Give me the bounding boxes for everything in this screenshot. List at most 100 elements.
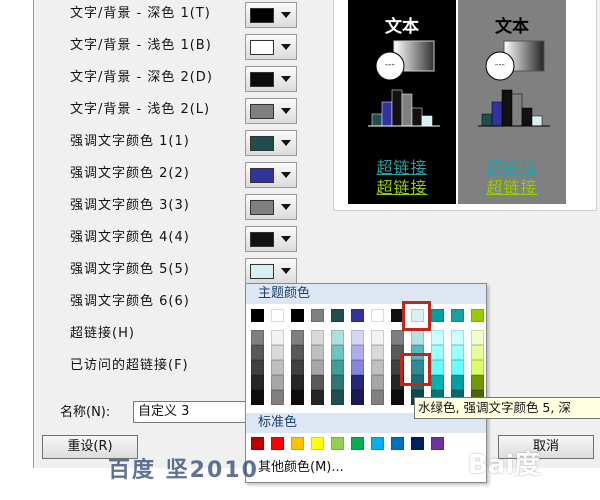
theme-color-swatch[interactable] bbox=[471, 309, 484, 322]
theme-shade-swatch[interactable] bbox=[451, 345, 464, 360]
preview-panel: 文本 ᵔᵔᵔ 超链接 超链接 文本 ᵔᵔᵔ 超链接 超链接 bbox=[333, 0, 597, 211]
theme-color-button[interactable] bbox=[245, 130, 297, 156]
theme-shade-swatch[interactable] bbox=[411, 330, 424, 345]
theme-shade-swatch[interactable] bbox=[371, 375, 384, 390]
theme-color-swatch[interactable] bbox=[351, 309, 364, 322]
theme-shade-swatch[interactable] bbox=[311, 390, 324, 405]
theme-shade-swatch[interactable] bbox=[351, 390, 364, 405]
highlight-selected-swatch bbox=[400, 353, 431, 386]
theme-color-button[interactable] bbox=[245, 226, 297, 252]
dropdown-arrow-icon bbox=[281, 140, 291, 146]
theme-shade-swatch[interactable] bbox=[371, 330, 384, 345]
theme-color-button[interactable] bbox=[245, 258, 297, 284]
theme-row-label: 强调文字颜色 6(6) bbox=[70, 294, 190, 309]
theme-shade-swatch[interactable] bbox=[391, 390, 404, 405]
theme-shade-swatch[interactable] bbox=[291, 330, 304, 345]
theme-shade-swatch[interactable] bbox=[351, 330, 364, 345]
standard-color-swatch[interactable] bbox=[391, 437, 404, 450]
theme-shade-swatch[interactable] bbox=[331, 360, 344, 375]
dropdown-arrow-icon bbox=[281, 108, 291, 114]
theme-color-button[interactable] bbox=[245, 194, 297, 220]
dropdown-arrow-icon bbox=[281, 236, 291, 242]
theme-shade-swatch[interactable] bbox=[311, 375, 324, 390]
dropdown-arrow-icon bbox=[281, 172, 291, 178]
theme-color-swatch[interactable] bbox=[291, 309, 304, 322]
dropdown-arrow-icon bbox=[281, 204, 291, 210]
theme-shade-swatch[interactable] bbox=[431, 345, 444, 360]
theme-color-swatch[interactable] bbox=[371, 309, 384, 322]
name-label: 名称(N): bbox=[60, 405, 111, 420]
theme-color-swatch[interactable] bbox=[251, 309, 264, 322]
theme-shade-swatch[interactable] bbox=[331, 390, 344, 405]
standard-color-swatch[interactable] bbox=[371, 437, 384, 450]
theme-color-swatch[interactable] bbox=[311, 309, 324, 322]
theme-shade-swatch[interactable] bbox=[271, 375, 284, 390]
standard-color-swatch[interactable] bbox=[331, 437, 344, 450]
theme-shade-swatch[interactable] bbox=[471, 360, 484, 375]
theme-shade-swatch[interactable] bbox=[431, 375, 444, 390]
theme-shade-swatch[interactable] bbox=[371, 360, 384, 375]
theme-shade-swatch[interactable] bbox=[271, 390, 284, 405]
theme-shade-swatch[interactable] bbox=[331, 330, 344, 345]
theme-shade-swatch[interactable] bbox=[291, 345, 304, 360]
theme-shade-swatch[interactable] bbox=[351, 360, 364, 375]
theme-color-button[interactable] bbox=[245, 2, 297, 28]
color-swatch bbox=[250, 72, 274, 87]
standard-color-swatch[interactable] bbox=[251, 437, 264, 450]
theme-shade-swatch[interactable] bbox=[291, 375, 304, 390]
theme-shade-swatch[interactable] bbox=[291, 390, 304, 405]
standard-color-swatch[interactable] bbox=[291, 437, 304, 450]
color-swatch bbox=[250, 264, 274, 279]
theme-color-button[interactable] bbox=[245, 34, 297, 60]
theme-shade-swatch[interactable] bbox=[351, 345, 364, 360]
theme-shade-swatch[interactable] bbox=[451, 330, 464, 345]
preview-dark-title: 文本 bbox=[385, 17, 419, 37]
theme-shade-swatch[interactable] bbox=[271, 330, 284, 345]
theme-shade-swatch[interactable] bbox=[451, 360, 464, 375]
color-swatch bbox=[250, 40, 274, 55]
theme-shade-swatch[interactable] bbox=[271, 360, 284, 375]
theme-row-label: 文字/背景 - 浅色 2(L) bbox=[70, 102, 211, 117]
standard-color-swatch[interactable] bbox=[411, 437, 424, 450]
theme-shade-swatch[interactable] bbox=[311, 330, 324, 345]
theme-color-button[interactable] bbox=[245, 66, 297, 92]
more-colors-link[interactable]: 其他颜色(M)... bbox=[258, 458, 344, 478]
theme-color-swatch[interactable] bbox=[271, 309, 284, 322]
theme-colors-header: 主题颜色 bbox=[246, 284, 486, 304]
standard-color-swatch[interactable] bbox=[431, 437, 444, 450]
theme-shade-swatch[interactable] bbox=[311, 345, 324, 360]
theme-color-button[interactable] bbox=[245, 98, 297, 124]
theme-shade-swatch[interactable] bbox=[331, 345, 344, 360]
theme-color-swatch[interactable] bbox=[451, 309, 464, 322]
theme-shade-swatch[interactable] bbox=[251, 360, 264, 375]
theme-shade-swatch[interactable] bbox=[331, 375, 344, 390]
theme-shade-swatch[interactable] bbox=[271, 345, 284, 360]
theme-color-swatch[interactable] bbox=[431, 309, 444, 322]
theme-shade-swatch[interactable] bbox=[371, 345, 384, 360]
theme-row-label: 超链接(H) bbox=[70, 326, 135, 341]
theme-shade-swatch[interactable] bbox=[351, 375, 364, 390]
dropdown-arrow-icon bbox=[281, 76, 291, 82]
theme-shade-swatch[interactable] bbox=[471, 375, 484, 390]
theme-color-button[interactable] bbox=[245, 162, 297, 188]
color-swatch bbox=[250, 200, 274, 215]
standard-color-swatch[interactable] bbox=[311, 437, 324, 450]
theme-shade-swatch[interactable] bbox=[451, 375, 464, 390]
theme-shade-swatch[interactable] bbox=[471, 330, 484, 345]
theme-shade-swatch[interactable] bbox=[471, 345, 484, 360]
theme-shade-swatch[interactable] bbox=[311, 360, 324, 375]
standard-color-swatch[interactable] bbox=[351, 437, 364, 450]
theme-shade-swatch[interactable] bbox=[251, 390, 264, 405]
theme-shade-swatch[interactable] bbox=[251, 345, 264, 360]
theme-shade-swatch[interactable] bbox=[371, 390, 384, 405]
standard-color-swatch[interactable] bbox=[271, 437, 284, 450]
color-swatch bbox=[250, 232, 274, 247]
theme-shade-swatch[interactable] bbox=[431, 360, 444, 375]
theme-shade-swatch[interactable] bbox=[291, 360, 304, 375]
theme-shade-swatch[interactable] bbox=[251, 375, 264, 390]
theme-shade-swatch[interactable] bbox=[431, 330, 444, 345]
theme-shade-swatch[interactable] bbox=[391, 330, 404, 345]
watermark-left: 百度 坚2010 bbox=[108, 458, 259, 483]
theme-color-swatch[interactable] bbox=[331, 309, 344, 322]
theme-shade-swatch[interactable] bbox=[251, 330, 264, 345]
